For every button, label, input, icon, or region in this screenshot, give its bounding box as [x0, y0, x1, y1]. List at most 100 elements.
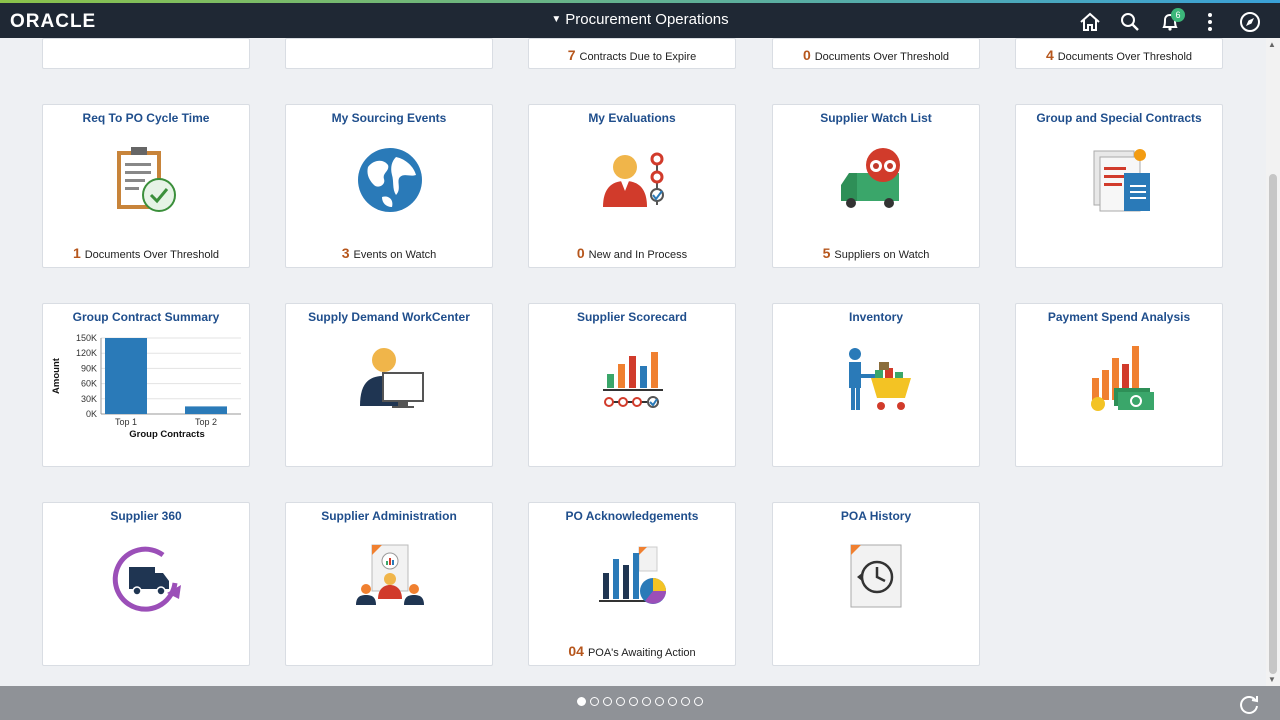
tile-title: My Sourcing Events — [331, 111, 447, 125]
scroll-down-icon[interactable]: ▼ — [1268, 675, 1276, 684]
tile-group-special-contracts[interactable]: Group and Special Contracts — [1015, 104, 1223, 268]
more-options-button[interactable] — [1190, 9, 1230, 35]
home-button[interactable] — [1070, 9, 1110, 35]
search-button[interactable] — [1110, 9, 1150, 35]
page-dot[interactable] — [577, 697, 586, 706]
page-dot[interactable] — [616, 697, 625, 706]
tile-contracts-expire[interactable]: 7 Contracts Due to Expire — [528, 38, 736, 69]
truck-binoculars-icon — [841, 148, 900, 208]
tile-footer — [286, 47, 492, 63]
tile-poa-history[interactable]: POA History — [772, 502, 980, 666]
tile-count: 3 — [341, 245, 350, 261]
tile-footer: 5 Suppliers on Watch — [773, 245, 979, 261]
globe-icon — [358, 148, 422, 212]
tile-title: PO Acknowledgements — [565, 509, 699, 523]
tile-footer — [43, 643, 249, 659]
tile-supply-demand-workcenter[interactable]: Supply Demand WorkCenter — [285, 303, 493, 467]
vertical-scrollbar[interactable]: ▲ ▼ — [1266, 38, 1280, 686]
chart-y-tick-label: 30K — [81, 394, 97, 404]
page-dot[interactable] — [629, 697, 638, 706]
tile-footer: 1 Documents Over Threshold — [43, 245, 249, 261]
tile-count: 1 — [72, 245, 81, 261]
tile-count: 0 — [802, 47, 811, 63]
tile-req-to-po[interactable]: Req To PO Cycle Time 1 Documents Over Thr… — [42, 104, 250, 268]
tile-footer — [286, 444, 492, 460]
truck-cycle-icon — [112, 546, 181, 612]
chart-y-tick-label: 0K — [86, 409, 97, 419]
page-dot[interactable] — [668, 697, 677, 706]
tile-title: Payment Spend Analysis — [1047, 310, 1191, 324]
tile-title: Supply Demand WorkCenter — [308, 310, 470, 324]
tile-title: POA History — [840, 509, 912, 523]
tile-count: 5 — [822, 245, 831, 261]
inventory-cart-icon — [849, 348, 911, 410]
notifications-button[interactable]: 6 — [1150, 8, 1190, 35]
tile-label: Contracts Due to Expire — [579, 51, 697, 63]
tile-supplier-scorecard[interactable]: Supplier Scorecard — [528, 303, 736, 467]
group-contract-chart: 150K 120K 90K 60K 30K 0K Top 1 Top 2 Group Contr… — [51, 333, 241, 440]
tile-footer: 04 POA's Awaiting Action — [529, 643, 735, 659]
page-footer — [0, 686, 1280, 720]
page-dot[interactable] — [681, 697, 690, 706]
tile-partial-1[interactable] — [42, 38, 250, 69]
page-dot[interactable] — [655, 697, 664, 706]
navbar-button[interactable] — [1230, 9, 1270, 35]
chart-y-tick-label: 90K — [81, 363, 97, 373]
chart-bar — [185, 406, 227, 414]
chart-x-tick-label: Top 2 — [195, 417, 217, 427]
tile-payment-spend-analysis[interactable]: Payment Spend Analysis — [1015, 303, 1223, 467]
scroll-up-icon[interactable]: ▲ — [1268, 40, 1276, 49]
supplier-admin-icon — [356, 544, 424, 605]
page-dot[interactable] — [694, 697, 703, 706]
tile-title: Supplier Administration — [321, 509, 457, 523]
tile-partial-2[interactable] — [285, 38, 493, 69]
contracts-docs-icon — [1093, 149, 1150, 212]
tile-title: My Evaluations — [588, 111, 676, 125]
refresh-icon[interactable] — [1238, 693, 1260, 715]
tile-footer — [529, 444, 735, 460]
more-icon — [1208, 13, 1212, 31]
scorecard-chart-icon — [603, 352, 663, 408]
tile-po-acknowledgements[interactable]: PO Acknowledgements 04 POA's Awaiting Act… — [528, 502, 736, 666]
chart-x-axis-label: Group Contracts — [129, 429, 204, 440]
tile-docs-threshold-b[interactable]: 4 Documents Over Threshold — [1015, 38, 1223, 69]
clipboard-check-icon — [117, 147, 176, 212]
tile-label: New and In Process — [588, 249, 688, 261]
tile-supplier-watch-list[interactable]: Supplier Watch List 5 Suppliers on Watch — [772, 104, 980, 268]
tile-my-sourcing-events[interactable]: My Sourcing Events 3 Events on Watch — [285, 104, 493, 268]
tile-my-evaluations[interactable]: My Evaluations 0 New and In Process — [528, 104, 736, 268]
tile-footer — [1016, 245, 1222, 261]
page-indicator — [0, 697, 1280, 706]
tile-supplier-360[interactable]: Supplier 360 — [42, 502, 250, 666]
evaluator-icon — [603, 152, 664, 207]
page-dot[interactable] — [642, 697, 651, 706]
tile-footer — [773, 444, 979, 460]
tile-count: 0 — [576, 245, 585, 261]
tile-footer: 0 New and In Process — [529, 245, 735, 261]
page-dot[interactable] — [590, 697, 599, 706]
tile-title: Supplier Scorecard — [576, 310, 688, 324]
tile-supplier-administration[interactable]: Supplier Administration — [285, 502, 493, 666]
tile-docs-threshold-a[interactable]: 0 Documents Over Threshold — [772, 38, 980, 69]
top-banner: ORACLE ▼ Procurement Operations 6 — [0, 0, 1280, 38]
accent-stripe — [0, 0, 1280, 3]
chevron-down-icon: ▼ — [551, 14, 562, 25]
chart-y-tick-label: 120K — [76, 348, 97, 358]
tile-inventory[interactable]: Inventory — [772, 303, 980, 467]
history-doc-icon — [850, 544, 902, 608]
home-icon — [1080, 12, 1100, 31]
tile-count: 4 — [1045, 47, 1054, 63]
page-dot[interactable] — [603, 697, 612, 706]
page-title: Procurement Operations — [565, 11, 729, 28]
tile-label: Documents Over Threshold — [814, 51, 950, 63]
navbar-icon — [1240, 12, 1260, 32]
tile-title: Group and Special Contracts — [1036, 111, 1202, 125]
tile-group-contract-summary[interactable]: Group Contract Summary 150K 120K 90K 60K 30K… — [42, 303, 250, 467]
chart-x-tick-label: Top 1 — [115, 417, 137, 427]
scrollbar-thumb[interactable] — [1269, 174, 1277, 674]
tile-title: Supplier 360 — [110, 509, 182, 523]
tile-count: 04 — [568, 643, 584, 659]
tile-footer — [1016, 444, 1222, 460]
header-actions: 6 — [1070, 8, 1270, 35]
tile-title: Req To PO Cycle Time — [82, 111, 210, 125]
